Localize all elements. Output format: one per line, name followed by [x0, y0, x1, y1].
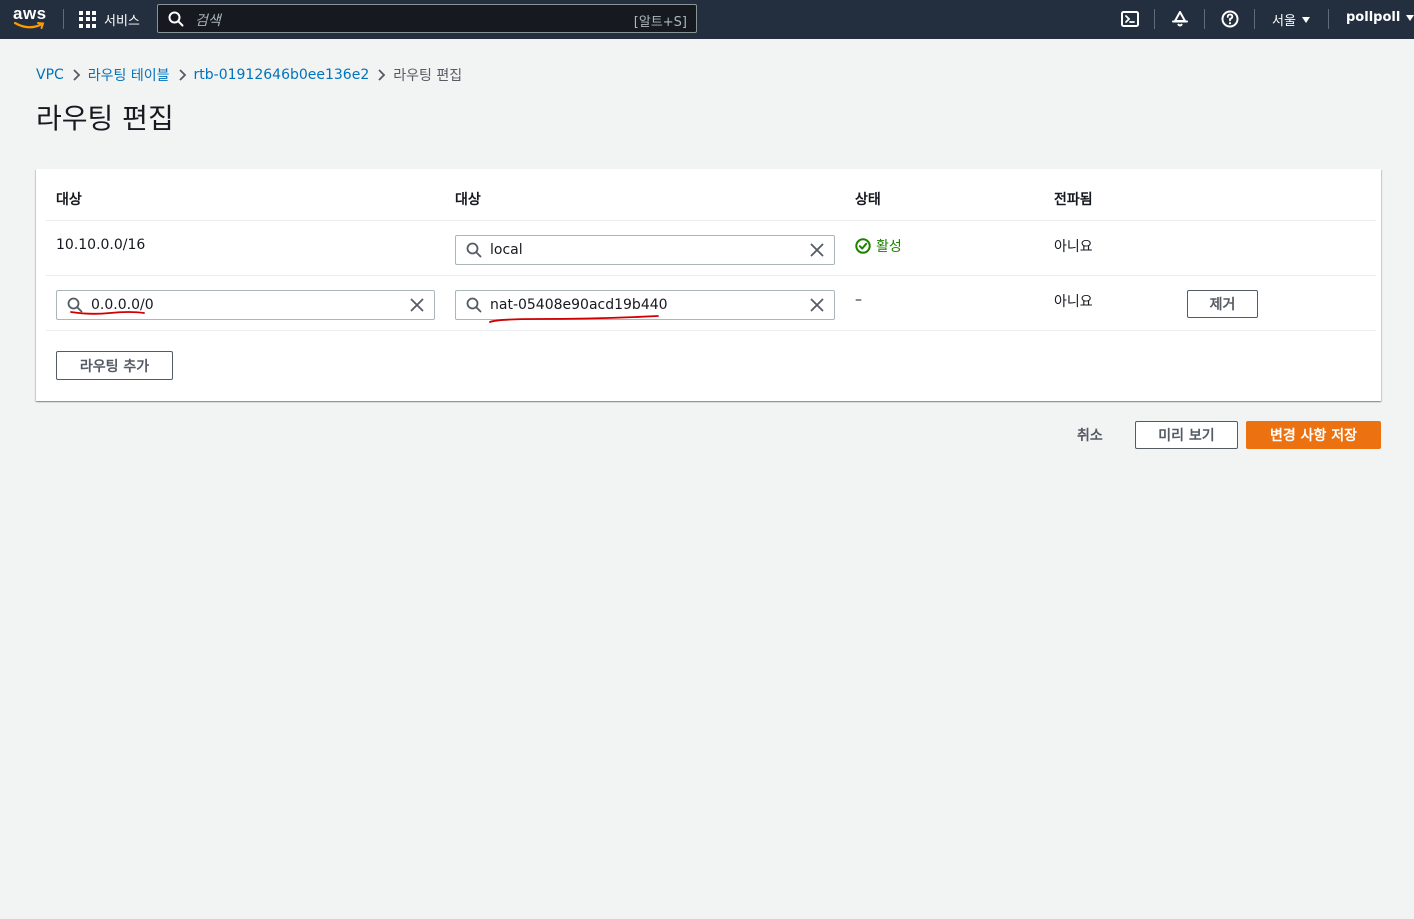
grid-icon [79, 10, 96, 28]
status-badge: 활성 [855, 236, 902, 256]
row-divider [46, 220, 1376, 221]
nav-divider [1328, 9, 1329, 29]
column-header-propagated: 전파됨 [1054, 192, 1093, 208]
help-icon[interactable] [1220, 9, 1240, 29]
cancel-button[interactable]: 취소 [1077, 425, 1103, 445]
target-value: nat-05408e90acd19b440 [490, 297, 668, 313]
clear-icon[interactable] [410, 298, 424, 312]
target-input[interactable]: local [455, 235, 835, 265]
row-divider [46, 275, 1376, 276]
propagated-value: 아니요 [1054, 294, 1093, 310]
nav-divider [1254, 9, 1255, 29]
page-title: 라우팅 편집 [36, 102, 174, 135]
column-header-destination: 대상 [56, 192, 82, 208]
services-label: 서비스 [104, 13, 140, 29]
status-label: 활성 [876, 239, 902, 255]
nav-divider [1204, 9, 1205, 29]
bell-icon[interactable] [1170, 9, 1190, 29]
services-menu[interactable]: 서비스 [79, 9, 140, 29]
target-value: local [490, 242, 523, 258]
chevron-right-icon [369, 66, 393, 84]
route-destination: 10.10.0.0/16 [56, 237, 146, 253]
check-circle-icon [855, 238, 871, 254]
breadcrumb-vpc[interactable]: VPC [36, 67, 64, 83]
account-name: pollpoll [1346, 10, 1401, 25]
caret-down-icon [1406, 14, 1414, 21]
search-icon [466, 242, 482, 258]
remove-button[interactable]: 제거 [1187, 290, 1258, 318]
chevron-right-icon [170, 66, 194, 84]
search-icon [466, 297, 482, 313]
chevron-right-icon [64, 66, 88, 84]
account-menu[interactable]: pollpoll [1346, 10, 1414, 25]
propagated-value: 아니요 [1054, 239, 1093, 255]
aws-logo[interactable]: aws [13, 4, 47, 34]
status-value: – [855, 292, 862, 308]
aws-smile-icon [14, 21, 45, 29]
nav-divider [63, 9, 64, 29]
breadcrumb-current: 라우팅 편집 [393, 68, 463, 84]
target-input[interactable]: nat-05408e90acd19b440 [455, 290, 835, 320]
breadcrumb-route-tables[interactable]: 라우팅 테이블 [88, 65, 170, 85]
destination-value: 0.0.0.0/0 [91, 297, 154, 313]
clear-icon[interactable] [810, 298, 824, 312]
breadcrumb-route-table-id[interactable]: rtb-01912646b0ee136e2 [194, 67, 370, 83]
caret-down-icon [1301, 16, 1310, 23]
search-shortcut: [알트+S] [633, 15, 687, 30]
search-icon [67, 297, 83, 313]
column-header-target: 대상 [455, 192, 481, 208]
add-route-button[interactable]: 라우팅 추가 [56, 351, 173, 380]
preview-button[interactable]: 미리 보기 [1135, 421, 1238, 449]
column-header-status: 상태 [855, 192, 881, 208]
save-changes-button[interactable]: 변경 사항 저장 [1246, 421, 1381, 449]
region-selector[interactable]: 서울 [1272, 10, 1310, 29]
routes-panel: 대상 대상 상태 전파됨 10.10.0.0/16 local 활성 아니요 0… [36, 169, 1381, 401]
region-label: 서울 [1272, 14, 1296, 29]
search-placeholder: 검색 [195, 13, 221, 29]
search-input[interactable]: 검색 [알트+S] [157, 4, 697, 33]
row-divider [46, 330, 1376, 331]
top-navigation: aws 서비스 검색 [알트+S] 서울 pollpoll [0, 0, 1414, 39]
destination-input[interactable]: 0.0.0.0/0 [56, 290, 435, 320]
clear-icon[interactable] [810, 243, 824, 257]
cloudshell-icon[interactable] [1120, 9, 1140, 29]
nav-divider [1154, 9, 1155, 29]
search-icon [168, 11, 184, 27]
breadcrumb: VPC 라우팅 테이블 rtb-01912646b0ee136e2 라우팅 편집 [36, 66, 462, 84]
